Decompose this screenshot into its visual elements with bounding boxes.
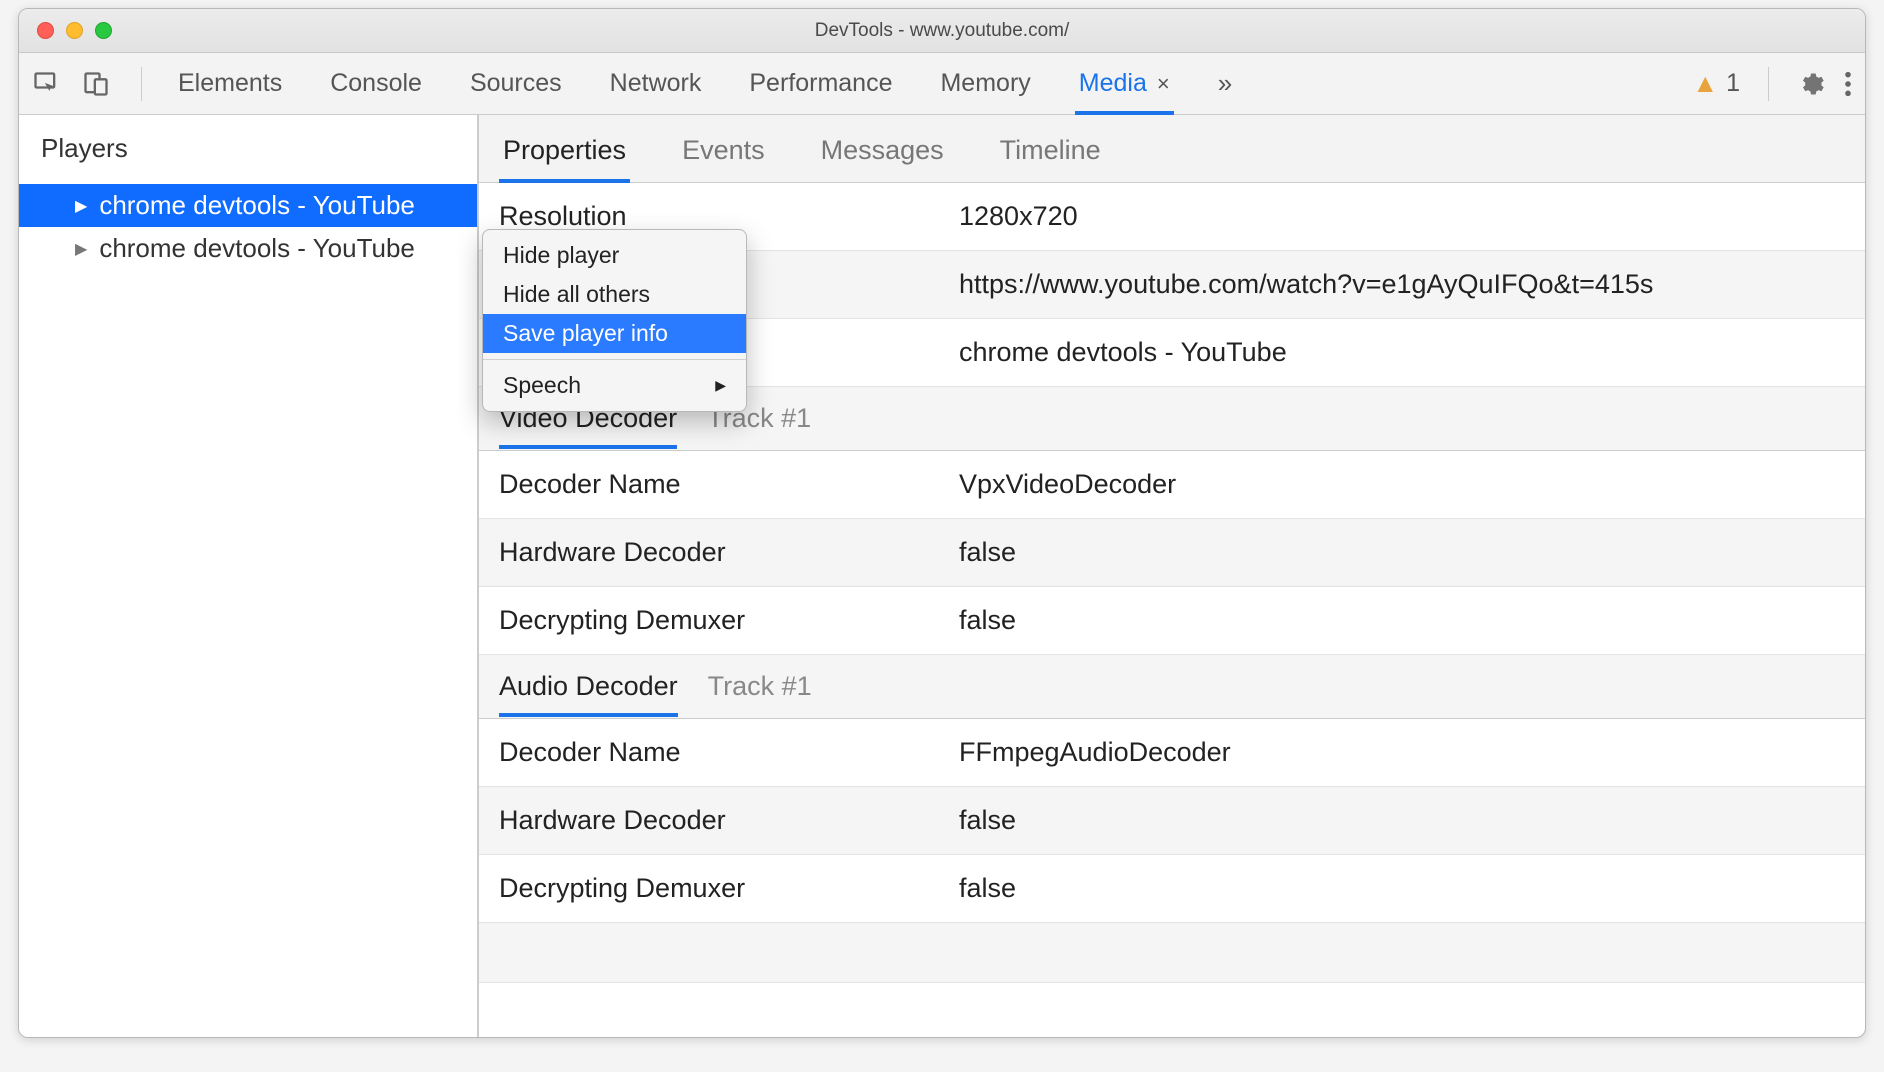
context-menu-item-save-player-info[interactable]: Save player info (483, 314, 746, 353)
subtab-timeline[interactable]: Timeline (996, 125, 1105, 182)
property-row: Hardware Decoder false (479, 519, 1865, 587)
property-name (479, 937, 939, 969)
property-row: Decrypting Demuxer false (479, 587, 1865, 655)
tab-label: Memory (940, 69, 1030, 98)
triangle-icon: ▶ (75, 196, 87, 216)
tab-memory[interactable]: Memory (940, 53, 1030, 114)
context-menu: Hide player Hide all others Save player … (482, 229, 747, 412)
tab-media[interactable]: Media × (1079, 53, 1170, 114)
gear-icon[interactable] (1797, 70, 1825, 98)
subtab-label: Properties (503, 135, 626, 165)
warning-icon: ▲ (1692, 68, 1718, 99)
context-menu-item-hide-player[interactable]: Hide player (483, 236, 746, 275)
tab-label: Console (330, 69, 422, 98)
tab-label: Media (1079, 69, 1147, 98)
property-value: false (939, 789, 1865, 852)
tab-label: Network (610, 69, 702, 98)
subtab-label: Events (682, 135, 765, 165)
tab-performance[interactable]: Performance (749, 53, 892, 114)
devtools-window: DevTools - www.youtube.com/ Elements Con… (18, 8, 1866, 1038)
property-row: Decoder Name VpxVideoDecoder (479, 451, 1865, 519)
property-row: Decoder Name FFmpegAudioDecoder (479, 719, 1865, 787)
player-item-label: chrome devtools - YouTube (99, 190, 415, 221)
property-name: Decrypting Demuxer (479, 857, 939, 920)
tab-console[interactable]: Console (330, 53, 422, 114)
section-audio-decoder: Audio Decoder Track #1 (479, 655, 1865, 719)
chevron-right-icon: ▶ (715, 377, 726, 394)
subtab-properties[interactable]: Properties (499, 125, 630, 182)
property-name: Decoder Name (479, 721, 939, 784)
property-row-empty (479, 923, 1865, 983)
panel-tabs: Elements Console Sources Network Perform… (178, 53, 1692, 114)
property-value: https://www.youtube.com/watch?v=e1gAyQuI… (939, 253, 1865, 316)
tab-label: Elements (178, 69, 282, 98)
close-icon[interactable]: × (1157, 71, 1170, 97)
warning-count: 1 (1726, 69, 1740, 98)
section-track: Track #1 (708, 671, 812, 702)
subtab-messages[interactable]: Messages (817, 125, 948, 182)
property-value: false (939, 521, 1865, 584)
player-item-label: chrome devtools - YouTube (99, 233, 415, 264)
inspect-icon[interactable] (31, 69, 61, 99)
property-row: Hardware Decoder false (479, 787, 1865, 855)
context-menu-item-label: Save player info (503, 320, 668, 347)
property-value: 1280x720 (939, 185, 1865, 248)
players-sidebar: Players ▶ chrome devtools - YouTube ▶ ch… (19, 115, 479, 1037)
tab-label: Performance (749, 69, 892, 98)
context-menu-item-label: Speech (503, 372, 581, 399)
panel-subtabs: Properties Events Messages Timeline (479, 115, 1865, 183)
titlebar: DevTools - www.youtube.com/ (19, 9, 1865, 53)
warning-badge[interactable]: ▲ 1 (1692, 68, 1740, 99)
tab-elements[interactable]: Elements (178, 53, 282, 114)
window-title: DevTools - www.youtube.com/ (19, 20, 1865, 42)
triangle-icon: ▶ (75, 239, 87, 259)
window-controls (37, 22, 112, 39)
context-menu-item-label: Hide player (503, 242, 619, 269)
property-value: chrome devtools - YouTube (939, 321, 1865, 384)
tab-label: Sources (470, 69, 562, 98)
context-menu-separator (483, 359, 746, 360)
property-row: Decrypting Demuxer false (479, 855, 1865, 923)
subtab-events[interactable]: Events (678, 125, 769, 182)
property-name: Decoder Name (479, 453, 939, 516)
context-menu-item-hide-others[interactable]: Hide all others (483, 275, 746, 314)
subtab-label: Timeline (1000, 135, 1101, 165)
property-value: VpxVideoDecoder (939, 453, 1865, 516)
tab-network[interactable]: Network (610, 53, 702, 114)
property-value: false (939, 589, 1865, 652)
toolbar-left (31, 67, 152, 101)
main-body: Players ▶ chrome devtools - YouTube ▶ ch… (19, 115, 1865, 1037)
property-name: Hardware Decoder (479, 789, 939, 852)
toolbar-right: ▲ 1 (1692, 67, 1853, 101)
property-value: false (939, 857, 1865, 920)
minimize-window-button[interactable] (66, 22, 83, 39)
sidebar-title: Players (19, 115, 477, 184)
property-value: FFmpegAudioDecoder (939, 721, 1865, 784)
kebab-icon[interactable] (1843, 70, 1853, 98)
property-name: Hardware Decoder (479, 521, 939, 584)
main-toolbar: Elements Console Sources Network Perform… (19, 53, 1865, 115)
context-menu-item-label: Hide all others (503, 281, 650, 308)
player-item[interactable]: ▶ chrome devtools - YouTube (19, 184, 477, 227)
close-window-button[interactable] (37, 22, 54, 39)
context-menu-item-speech[interactable]: Speech ▶ (483, 366, 746, 405)
toolbar-divider (141, 67, 142, 101)
subtab-label: Messages (821, 135, 944, 165)
toolbar-divider (1768, 67, 1769, 101)
section-name: Audio Decoder (499, 657, 678, 716)
zoom-window-button[interactable] (95, 22, 112, 39)
more-tabs-icon[interactable]: » (1218, 68, 1232, 99)
property-name: Decrypting Demuxer (479, 589, 939, 652)
property-value (939, 937, 1865, 969)
device-toggle-icon[interactable] (81, 69, 111, 99)
player-item[interactable]: ▶ chrome devtools - YouTube (19, 227, 477, 270)
tab-sources[interactable]: Sources (470, 53, 562, 114)
